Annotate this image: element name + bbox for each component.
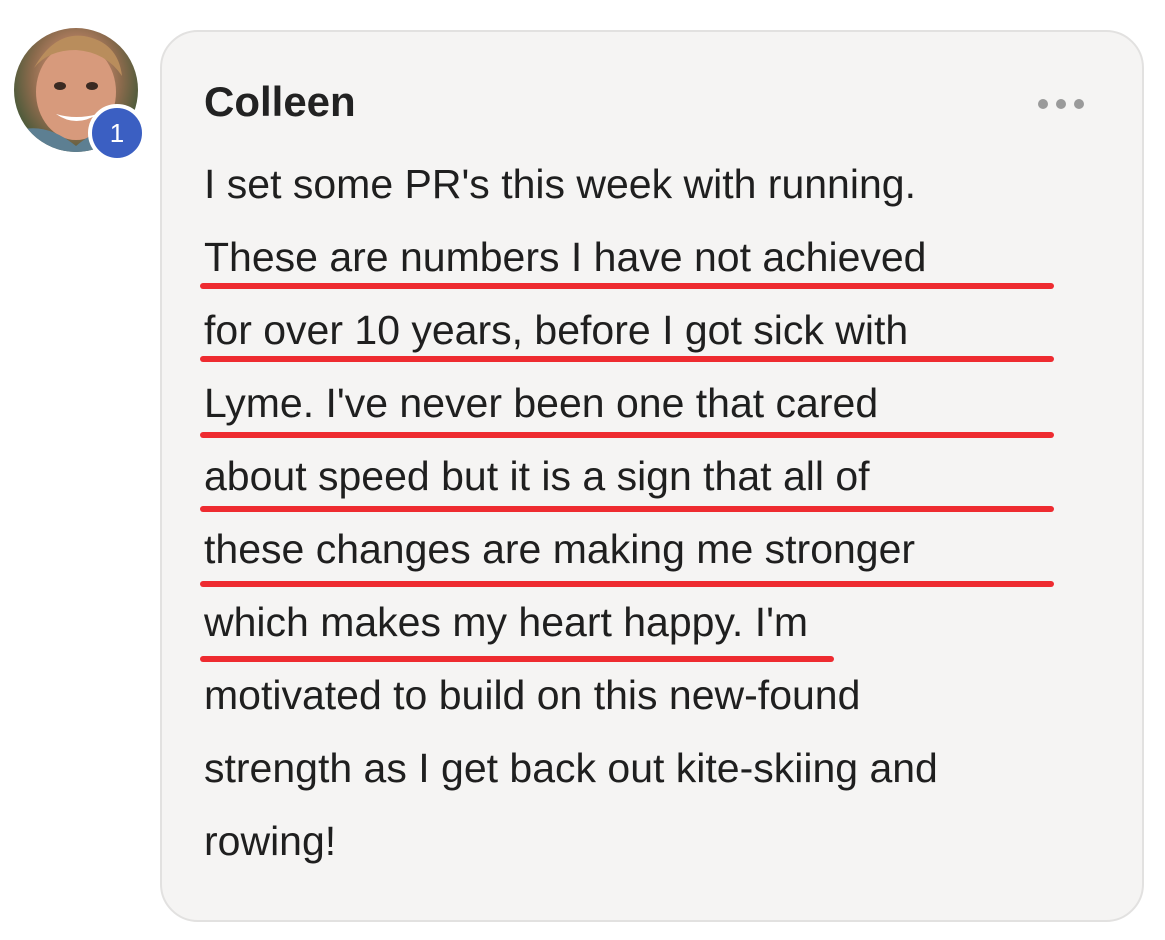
comment-text-line: which makes my heart happy. I'm (204, 599, 809, 645)
comment-text-line: for over 10 years, before I got sick wit… (204, 307, 909, 353)
more-horizontal-icon (1074, 99, 1084, 109)
comment-text-line: strength as I get back out kite-skiing a… (204, 745, 938, 791)
highlight-underline (200, 432, 1054, 438)
highlight-underline (200, 506, 1054, 512)
comment-text-line: rowing! (204, 818, 337, 864)
notification-badge: 1 (88, 104, 146, 162)
more-options-button[interactable] (1038, 98, 1084, 110)
highlight-underline (200, 283, 1054, 289)
comment-text-line: motivated to build on this new-found (204, 672, 861, 718)
comment-text-line: about speed but it is a sign that all of (204, 453, 870, 499)
highlight-underline (200, 581, 1054, 587)
comment-bubble: Colleen I set some PR's this week with r… (160, 30, 1144, 922)
highlight-underline (200, 356, 1054, 362)
more-horizontal-icon (1056, 99, 1066, 109)
comment-author[interactable]: Colleen (204, 76, 356, 128)
comment-text-line: I set some PR's this week with running. (204, 161, 916, 207)
comment-text-line: Lyme. I've never been one that cared (204, 380, 879, 426)
highlight-underline (200, 656, 834, 662)
more-horizontal-icon (1038, 99, 1048, 109)
comment-text-line: These are numbers I have not achieved (204, 234, 927, 280)
comment-text-line: these changes are making me stronger (204, 526, 916, 572)
